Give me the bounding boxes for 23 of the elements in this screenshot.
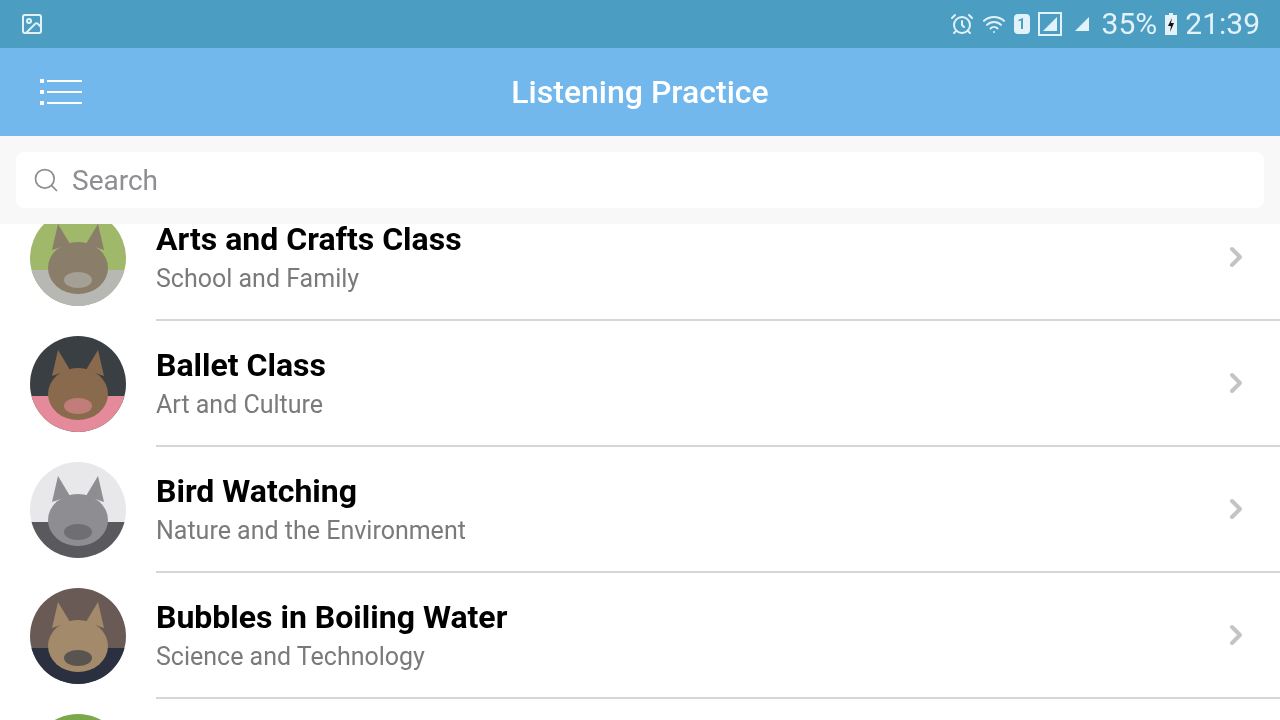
header-title: Listening Practice: [511, 72, 769, 113]
battery-icon: [1165, 13, 1178, 35]
alarm-icon: [949, 12, 974, 36]
list-item[interactable]: Ballet Class Art and Culture: [0, 321, 1280, 447]
item-subtitle: School and Family: [156, 263, 361, 295]
sim-label: 1: [1013, 14, 1030, 34]
image-icon: [20, 12, 44, 36]
item-title: Bird Watching: [156, 471, 358, 512]
list-item[interactable]: Bubbles in Boiling Water Science and Technology: [0, 573, 1280, 699]
item-title: Arts and Crafts Class: [156, 224, 463, 260]
signal-icon: [1037, 12, 1062, 36]
item-subtitle: Art and Culture: [156, 389, 325, 421]
menu-button[interactable]: [40, 76, 84, 108]
search-icon: [32, 166, 60, 194]
item-subtitle: Science and Technology: [156, 641, 426, 673]
list-item[interactable]: Arts and Crafts Class School and Family: [0, 224, 1280, 321]
battery-percent: 35%: [1101, 9, 1158, 39]
list-item[interactable]: Bird Watching Nature and the Environment: [0, 447, 1280, 573]
item-title: Ballet Class: [156, 345, 327, 386]
item-title: Bubbles in Boiling Water: [156, 597, 509, 638]
search-field[interactable]: Search: [16, 152, 1264, 208]
clock: 21:39: [1185, 9, 1260, 39]
item-subtitle: Nature and the Environment: [156, 515, 467, 547]
